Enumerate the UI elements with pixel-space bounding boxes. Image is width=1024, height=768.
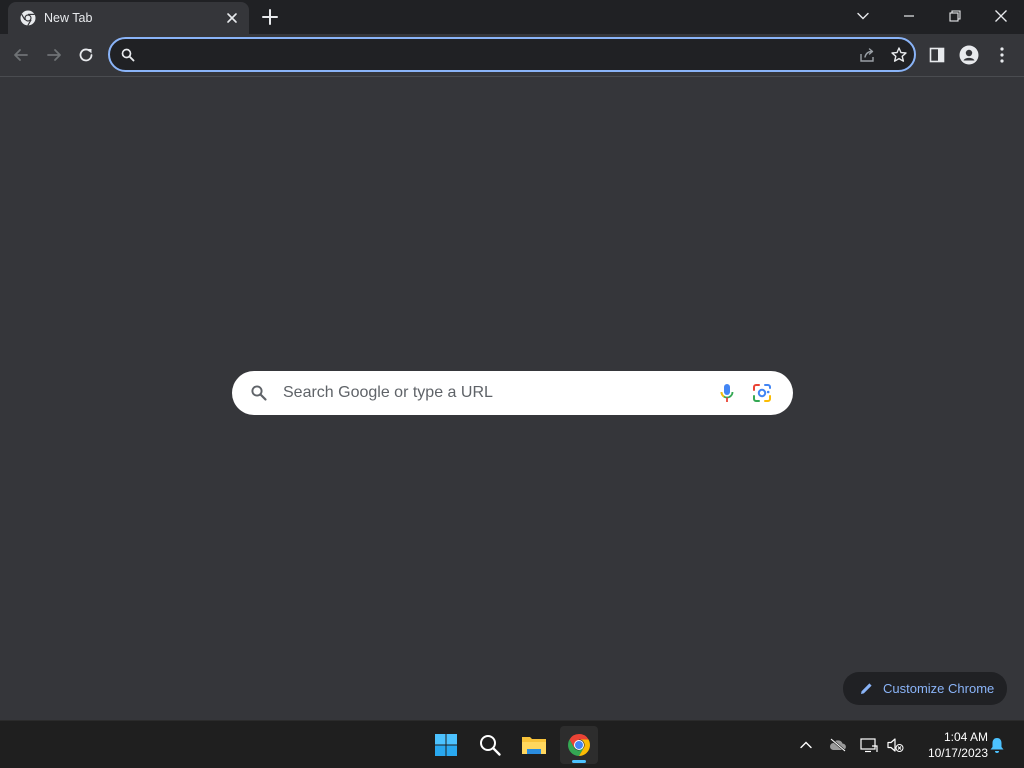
taskbar: 1:04 AM 10/17/2023 bbox=[0, 720, 1024, 768]
search-icon bbox=[250, 384, 268, 402]
chrome-icon bbox=[20, 10, 36, 26]
toolbar bbox=[0, 34, 1024, 76]
reload-icon bbox=[79, 48, 93, 62]
network-icon[interactable] bbox=[859, 735, 879, 755]
chevron-up-icon[interactable] bbox=[796, 735, 816, 755]
address-bar[interactable] bbox=[108, 37, 916, 72]
back-button[interactable] bbox=[8, 42, 34, 68]
reload-button[interactable] bbox=[73, 42, 99, 68]
address-input[interactable] bbox=[144, 43, 844, 67]
minimize-button[interactable] bbox=[886, 0, 932, 32]
restore-button[interactable] bbox=[932, 0, 978, 32]
start-button[interactable] bbox=[427, 726, 465, 764]
search-icon bbox=[120, 47, 136, 63]
new-tab-button[interactable] bbox=[258, 5, 282, 29]
cloud-off-icon[interactable] bbox=[828, 735, 848, 755]
close-window-button[interactable] bbox=[978, 0, 1024, 32]
taskbar-search-button[interactable] bbox=[471, 726, 509, 764]
plus-icon bbox=[262, 9, 278, 25]
search-placeholder[interactable]: Search Google or type a URL bbox=[283, 384, 493, 402]
tab-new-tab[interactable]: New Tab bbox=[8, 2, 249, 34]
tab-strip: New Tab bbox=[0, 0, 1024, 34]
folder-icon bbox=[522, 737, 546, 754]
menu-button[interactable] bbox=[989, 42, 1015, 68]
side-panel-icon bbox=[929, 47, 945, 63]
arrow-right-icon bbox=[47, 49, 61, 61]
pencil-icon bbox=[859, 681, 874, 696]
close-icon[interactable] bbox=[224, 10, 240, 26]
star-icon[interactable] bbox=[890, 46, 908, 64]
lens-icon[interactable] bbox=[752, 383, 772, 403]
more-vert-icon bbox=[1000, 47, 1004, 63]
volume-muted-icon[interactable] bbox=[885, 735, 905, 755]
arrow-left-icon bbox=[14, 49, 28, 61]
chrome-taskbar-button[interactable] bbox=[560, 726, 598, 764]
side-panel-button[interactable] bbox=[924, 42, 950, 68]
active-app-indicator bbox=[572, 760, 586, 763]
tab-search-button[interactable] bbox=[840, 0, 886, 32]
search-icon bbox=[480, 735, 501, 756]
person-icon bbox=[959, 45, 979, 65]
file-explorer-button[interactable] bbox=[515, 726, 553, 764]
windows-icon bbox=[435, 734, 457, 756]
system-clock[interactable]: 1:04 AM 10/17/2023 bbox=[912, 729, 988, 761]
tab-title: New Tab bbox=[44, 11, 93, 25]
forward-button[interactable] bbox=[41, 42, 67, 68]
share-icon[interactable] bbox=[858, 46, 876, 64]
bell-icon[interactable] bbox=[987, 735, 1007, 755]
chrome-icon bbox=[568, 734, 590, 756]
restore-icon bbox=[949, 10, 961, 22]
customize-chrome-button[interactable]: Customize Chrome bbox=[843, 672, 1007, 705]
clock-date: 10/17/2023 bbox=[927, 746, 988, 760]
new-tab-page: Search Google or type a URL Customize Ch… bbox=[0, 77, 1024, 747]
google-search-box[interactable]: Search Google or type a URL bbox=[232, 371, 793, 415]
clock-time: 1:04 AM bbox=[943, 730, 988, 744]
close-icon bbox=[995, 10, 1007, 22]
minimize-icon bbox=[904, 15, 914, 17]
profile-button[interactable] bbox=[956, 42, 982, 68]
mic-icon[interactable] bbox=[716, 382, 738, 404]
chevron-down-icon bbox=[857, 12, 869, 20]
customize-chrome-label: Customize Chrome bbox=[883, 681, 995, 696]
